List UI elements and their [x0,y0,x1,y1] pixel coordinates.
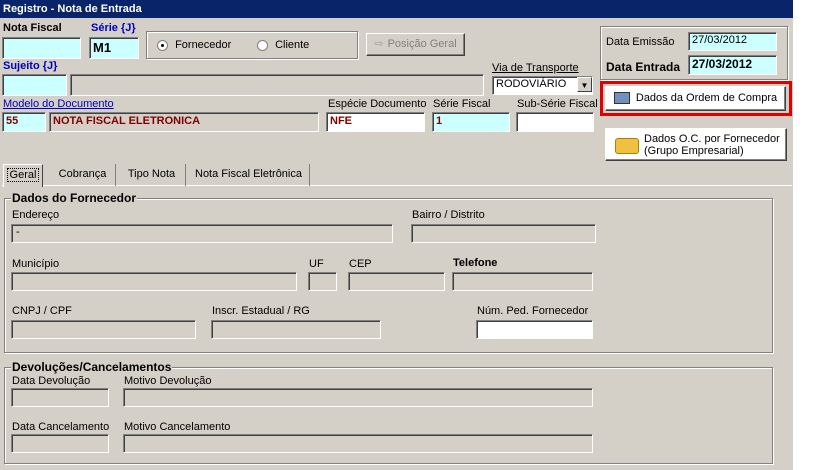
data-emissao-label: Data Emissão [606,36,675,48]
posicao-geral-label: Posição Geral [387,38,457,50]
sub-serie-input[interactable] [516,112,594,132]
num-ped-input[interactable] [476,320,593,339]
nota-fiscal-input[interactable] [2,37,81,59]
cliente-radio-dot [257,39,268,51]
tab-tipo-nota[interactable]: Tipo Nota [118,164,186,186]
uf-field [308,272,337,291]
endereco-label: Endereço [12,209,60,221]
oc-fornecedor-button[interactable]: Dados O.C. por Fornecedor (Grupo Empresa… [605,128,787,161]
fornecedor-radio[interactable]: Fornecedor [157,39,231,51]
uf-label: UF [309,258,324,270]
num-ped-label: Núm. Ped. Fornecedor [477,305,589,317]
bairro-label: Bairro / Distrito [412,209,485,221]
fornecedor-radio-label: Fornecedor [175,39,232,51]
via-transporte-select[interactable]: RODOVIÁRIO ▼ [492,76,593,95]
fornecedor-radio-dot [157,39,168,51]
data-devolucao-field [11,388,109,407]
party-type-group: Fornecedor Cliente [146,31,358,59]
arrow-right-icon: ⇨ [374,38,384,50]
nota-fiscal-label: Nota Fiscal [3,22,62,34]
serie-fiscal-label: Série Fiscal [433,98,491,110]
chevron-down-icon[interactable]: ▼ [577,77,592,92]
inscr-estadual-label: Inscr. Estadual / RG [212,305,310,317]
via-transporte-value: RODOVIÁRIO [496,78,567,90]
modelo-name-field: NOTA FISCAL ELETRONICA [49,112,319,132]
data-cancelamento-field [11,434,109,453]
fornecedor-group-title: Dados do Fornecedor [11,191,138,205]
motivo-cancelamento-field [123,434,593,453]
handshake-icon [615,138,639,154]
oc-fornecedor-label-2: (Grupo Empresarial) [644,145,744,157]
serie-fiscal-input[interactable]: 1 [432,112,510,132]
cnpj-field [11,320,196,339]
tab-nota-fiscal-eletronica[interactable]: Nota Fiscal Eletrônica [188,164,310,186]
sujeito-name-field [70,74,484,96]
tab-geral-label: Geral [6,168,40,182]
posicao-geral-button[interactable]: ⇨ Posição Geral [366,33,465,56]
serie-input[interactable]: M1 [89,37,139,59]
municipio-label: Município [12,258,60,270]
especie-input[interactable]: NFE [326,112,425,132]
municipio-field [11,272,297,291]
devolucoes-group-title: Devoluções/Cancelamentos [11,360,173,374]
cliente-radio[interactable]: Cliente [257,39,309,51]
motivo-devolucao-label: Motivo Devolução [124,375,212,387]
especie-label: Espécie Documento [328,98,427,110]
modelo-documento-link[interactable]: Modelo do Documento [3,98,114,110]
cep-field [348,272,445,291]
highlight-box [600,81,792,116]
oc-fornecedor-label-1: Dados O.C. por Fornecedor [644,133,780,145]
data-cancelamento-label: Data Cancelamento [12,421,110,433]
bairro-field [411,224,596,243]
serie-label: Série {J} [91,22,136,34]
cliente-radio-label: Cliente [275,39,310,51]
sujeito-code-input[interactable] [2,74,67,96]
endereco-field: - [11,224,393,243]
tab-geral[interactable]: Geral [3,164,43,187]
data-entrada-input[interactable]: 27/03/2012 [688,55,777,75]
data-devolucao-label: Data Devolução [12,375,91,387]
motivo-cancelamento-label: Motivo Cancelamento [124,421,231,433]
via-transporte-label: Via de Transporte [492,62,579,74]
data-emissao-input[interactable]: 27/03/2012 [688,32,777,51]
motivo-devolucao-field [123,388,593,407]
tab-cobranca[interactable]: Cobrança [50,164,116,186]
telefone-field [452,272,593,291]
sub-serie-label: Sub-Série Fiscal [517,98,598,110]
window-title: Registro - Nota de Entrada [0,0,793,18]
inscr-estadual-field [211,320,381,339]
sujeito-label: Sujeito {J} [3,60,58,72]
telefone-label: Telefone [453,257,498,269]
cnpj-label: CNPJ / CPF [12,305,72,317]
modelo-code-input[interactable]: 55 [2,112,46,132]
cep-label: CEP [349,258,372,270]
registro-window: Registro - Nota de Entrada Nota Fiscal S… [0,0,793,470]
data-entrada-label: Data Entrada [606,60,681,74]
